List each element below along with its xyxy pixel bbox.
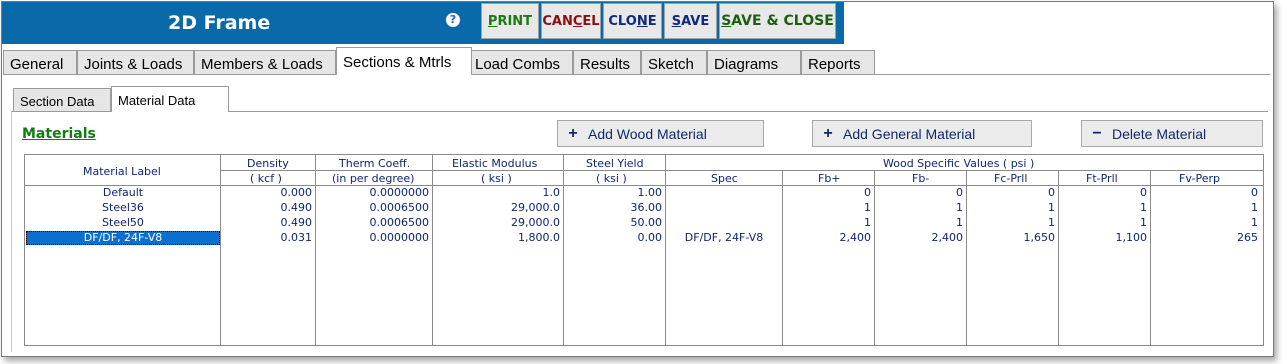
tab-results[interactable]: Results — [573, 50, 641, 74]
materials-table: Material Label Density ( kcf ) Therm Coe… — [24, 154, 1264, 346]
grid-line — [665, 155, 666, 345]
delete-material-label: Delete Material — [1112, 125, 1207, 142]
grid-line — [220, 155, 221, 345]
header-elastic-modulus[interactable]: Elastic Modulus — [452, 157, 537, 170]
grid-line — [432, 155, 433, 345]
header-fb-minus[interactable]: Fb- — [912, 172, 929, 185]
cell-fv[interactable]: 1 — [1140, 201, 1258, 214]
subtab-section-data[interactable]: Section Data — [13, 88, 111, 111]
cell-therm[interactable]: 0.0000000 — [311, 231, 430, 244]
cell-elastic[interactable]: 29,000.0 — [442, 216, 560, 229]
header-yield-unit: ( ksi ) — [596, 172, 627, 185]
grid-line — [220, 170, 1263, 171]
tab-members-loads[interactable]: Members & Loads — [194, 50, 336, 74]
header-therm-unit: (in per degree) — [332, 172, 415, 185]
cell-density[interactable]: 0.000 — [194, 186, 313, 199]
subtab-material-data[interactable]: Material Data — [111, 86, 229, 112]
clone-hotkey: N — [636, 13, 648, 29]
print-button[interactable]: P RINT — [481, 3, 539, 39]
print-label-post: RINT — [497, 13, 533, 29]
cell-label[interactable]: DF/DF, 24F-V8 — [63, 231, 183, 244]
header-wood-values: Wood Specific Values ( psi ) — [883, 157, 1035, 170]
cell-density[interactable]: 0.490 — [194, 201, 313, 214]
clone-label-pre: CLO — [608, 13, 637, 29]
save-and-close-button[interactable]: S AVE & CLOSE — [719, 3, 836, 39]
cell-therm[interactable]: 0.0006500 — [311, 201, 430, 214]
clone-button[interactable]: CLO N E — [603, 3, 662, 39]
cell-therm[interactable]: 0.0006500 — [311, 216, 430, 229]
materials-title[interactable]: Materials — [22, 126, 96, 142]
add-general-material-label: Add General Material — [843, 125, 976, 142]
saveclose-hotkey: S — [721, 13, 732, 29]
cell-fv[interactable]: 265 — [1140, 231, 1258, 244]
cell-label[interactable]: Steel36 — [63, 201, 183, 214]
header-spec[interactable]: Spec — [711, 172, 738, 185]
add-wood-material-button[interactable]: + Add Wood Material — [557, 120, 764, 147]
cell-ft[interactable]: 1 — [1029, 201, 1147, 214]
header-density-unit: ( kcf ) — [250, 172, 282, 185]
plus-icon: + — [568, 124, 578, 142]
header-therm-coeff[interactable]: Therm Coeff. — [339, 157, 410, 170]
app-title: 2D Frame — [168, 12, 271, 34]
cell-elastic[interactable]: 1,800.0 — [442, 231, 560, 244]
cell-ft[interactable]: 1,100 — [1029, 231, 1148, 244]
add-wood-material-label: Add Wood Material — [588, 125, 707, 142]
header-fb-plus[interactable]: Fb+ — [818, 172, 841, 185]
help-icon[interactable]: ? — [445, 12, 461, 28]
cell-fv[interactable]: 0 — [1140, 186, 1258, 199]
cell-ft[interactable]: 0 — [1029, 186, 1147, 199]
save-button[interactable]: S AVE — [664, 3, 717, 39]
cell-yield[interactable]: 36.00 — [544, 201, 663, 214]
cancel-label-post: EL — [582, 13, 600, 29]
cell-label[interactable]: Default — [63, 186, 183, 199]
cell-yield[interactable]: 50.00 — [544, 216, 663, 229]
grid-line — [563, 155, 564, 345]
header-ft-prll[interactable]: Ft-Prll — [1086, 172, 1118, 185]
grid-line — [315, 155, 316, 345]
tab-load-combs[interactable]: Load Combs — [468, 50, 573, 74]
cancel-label-pre: CAN — [542, 13, 573, 29]
tab-sketch[interactable]: Sketch — [641, 50, 707, 74]
header-steel-yield[interactable]: Steel Yield — [586, 157, 644, 170]
header-fv-perp[interactable]: Fv-Perp — [1179, 172, 1220, 185]
saveclose-label-post: AVE & CLOSE — [731, 13, 834, 29]
clone-label-post: E — [647, 13, 657, 29]
cell-density[interactable]: 0.490 — [194, 216, 313, 229]
add-general-material-button[interactable]: + Add General Material — [812, 120, 1032, 147]
cell-elastic[interactable]: 29,000.0 — [442, 201, 560, 214]
header-elastic-unit: ( ksi ) — [481, 172, 512, 185]
cancel-button[interactable]: CAN C EL — [541, 3, 601, 39]
cell-yield[interactable]: 0.00 — [544, 231, 663, 244]
print-hotkey: P — [487, 13, 498, 29]
title-bar: 2D Frame — [2, 2, 844, 44]
cancel-hotkey: C — [572, 13, 583, 29]
cell-yield[interactable]: 1.00 — [544, 186, 663, 199]
tab-joints-loads[interactable]: Joints & Loads — [77, 50, 194, 74]
cell-therm[interactable]: 0.0000000 — [311, 186, 430, 199]
minus-icon: − — [1092, 124, 1102, 142]
header-density[interactable]: Density — [247, 157, 289, 170]
cell-label[interactable]: Steel50 — [63, 216, 183, 229]
save-hotkey: S — [671, 13, 682, 29]
tab-reports[interactable]: Reports — [801, 50, 875, 74]
save-label-post: AVE — [681, 13, 710, 29]
tab-diagrams[interactable]: Diagrams — [707, 50, 801, 74]
plus-icon: + — [823, 124, 833, 142]
tab-general[interactable]: General — [3, 50, 77, 74]
tab-sections-mtrls[interactable]: Sections & Mtrls — [336, 47, 472, 75]
cell-fv[interactable]: 1 — [1140, 216, 1258, 229]
header-material-label[interactable]: Material Label — [83, 165, 161, 178]
cell-ft[interactable]: 1 — [1029, 216, 1147, 229]
header-fc-prll[interactable]: Fc-Prll — [994, 172, 1027, 185]
cell-elastic[interactable]: 1.0 — [442, 186, 561, 199]
cell-density[interactable]: 0.031 — [194, 231, 313, 244]
delete-material-button[interactable]: − Delete Material — [1081, 120, 1263, 147]
